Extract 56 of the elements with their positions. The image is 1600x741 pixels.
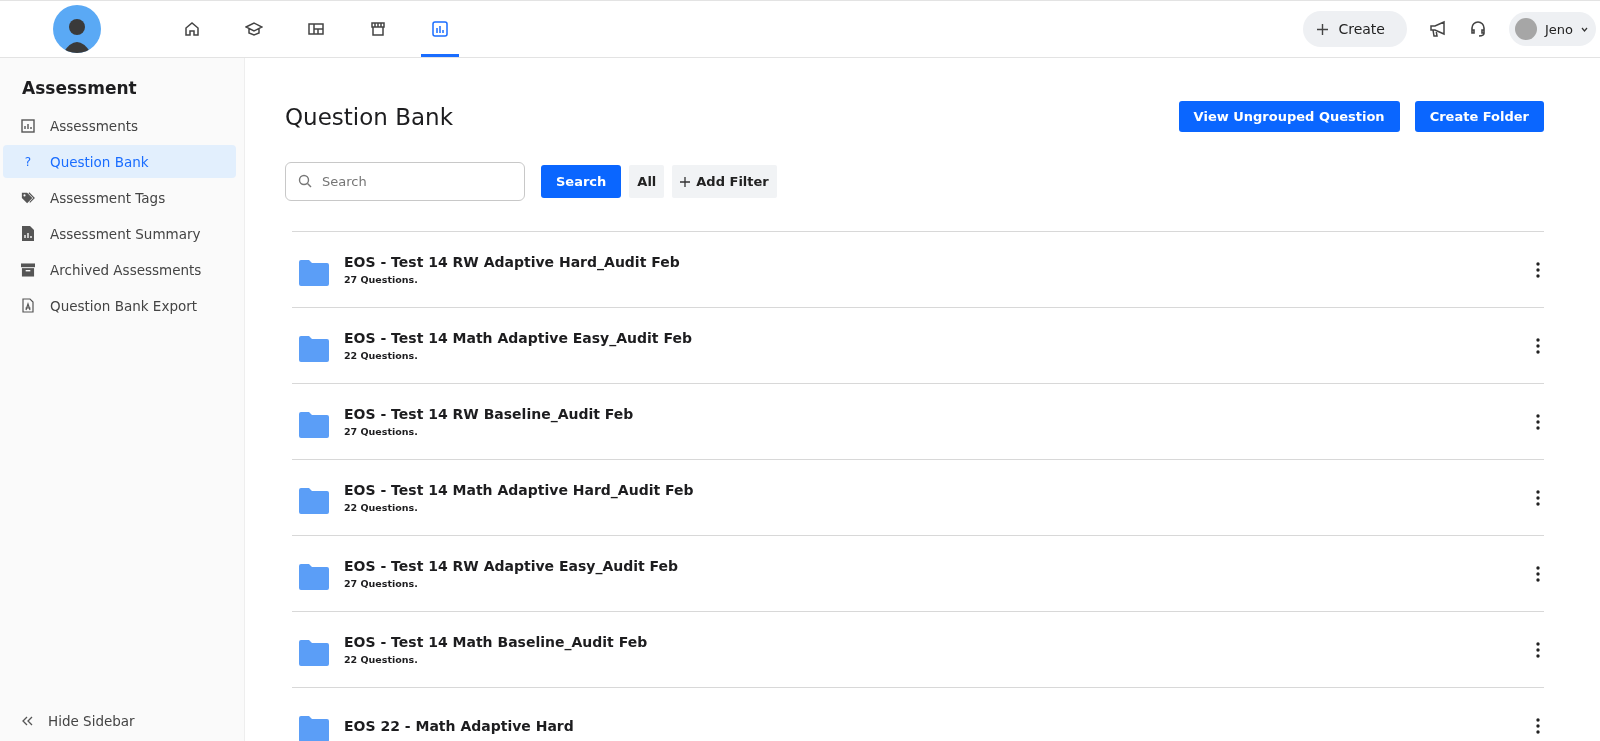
megaphone-icon[interactable]	[1428, 20, 1447, 38]
question-mark-icon: ?	[21, 154, 35, 169]
question-count: 27 Questions.	[344, 578, 419, 589]
tags-icon	[21, 190, 35, 205]
page-title: Question Bank	[285, 103, 453, 130]
folder-icon	[299, 259, 329, 286]
sidebar-item[interactable]: Question Bank Export	[3, 289, 236, 322]
folder-icon	[299, 335, 329, 362]
create-button[interactable]: Create	[1303, 11, 1407, 47]
search-field[interactable]: Search	[285, 162, 525, 201]
search-button[interactable]: Search	[541, 165, 622, 198]
folder-icon	[299, 487, 329, 514]
sidebar-item[interactable]: Assessments	[3, 109, 236, 142]
folder-icon	[299, 563, 329, 590]
sidebar-item[interactable]: Assessment Tags	[3, 181, 236, 214]
bar-chart-icon	[432, 21, 448, 37]
folder-name[interactable]: EOS 22 - Math Adaptive Hard	[344, 717, 1532, 734]
pdf-file-icon	[21, 298, 35, 313]
folder-name[interactable]: EOS - Test 14 RW Adaptive Hard_Audit Feb	[344, 254, 1532, 270]
double-chevron-icon	[22, 716, 34, 726]
headset-icon[interactable]	[1468, 20, 1487, 38]
store-icon	[370, 21, 386, 37]
caret-icon	[1581, 26, 1588, 32]
home-icon	[184, 21, 200, 37]
hide-sidebar-button[interactable]: Hide Sidebar	[22, 713, 244, 729]
plus-icon	[1317, 23, 1329, 35]
avatar-placeholder	[1514, 18, 1537, 40]
plus-icon	[680, 176, 691, 187]
folder-icon	[299, 639, 329, 666]
add-filter-button[interactable]: Add Filter	[672, 165, 777, 198]
layout-icon	[308, 22, 324, 36]
sidebar-item[interactable]: ? Question Bank	[3, 145, 236, 178]
folder-icon	[299, 715, 329, 741]
profile-avatar[interactable]	[53, 5, 101, 53]
folder-name[interactable]: EOS - Test 14 RW Adaptive Easy_Audit Feb	[344, 558, 1532, 574]
folder-name[interactable]: EOS - Test 14 RW Baseline_Audit Feb	[344, 406, 1532, 422]
question-count: 22 Questions.	[344, 502, 419, 513]
header-button[interactable]: Create Folder	[1414, 101, 1544, 132]
sidebar-item[interactable]: Archived Assessments	[3, 253, 236, 286]
question-count: 22 Questions.	[344, 654, 419, 665]
document-chart-icon	[21, 226, 35, 241]
question-count: 22 Questions.	[344, 350, 419, 361]
header-button[interactable]: View Ungrouped Question	[1178, 101, 1400, 132]
folder-name[interactable]: EOS - Test 14 Math Adaptive Hard_Audit Feb	[344, 482, 1532, 498]
filter-all-button[interactable]: All	[629, 165, 665, 198]
sidebar-item[interactable]: Assessment Summary	[3, 217, 236, 250]
bar-chart-icon	[21, 118, 35, 133]
user-menu[interactable]: Jeno	[1508, 12, 1596, 46]
archive-box-icon	[21, 262, 35, 277]
question-count: 27 Questions.	[344, 426, 419, 437]
question-count: 27 Questions.	[344, 274, 419, 285]
folder-name[interactable]: EOS - Test 14 Math Adaptive Easy_Audit Feb	[344, 330, 1532, 346]
folder-icon	[299, 411, 329, 438]
sidebar-title: Assessment	[22, 78, 138, 98]
folder-name[interactable]: EOS - Test 14 Math Baseline_Audit Feb	[344, 634, 1532, 650]
graduation-cap-icon	[245, 21, 263, 37]
